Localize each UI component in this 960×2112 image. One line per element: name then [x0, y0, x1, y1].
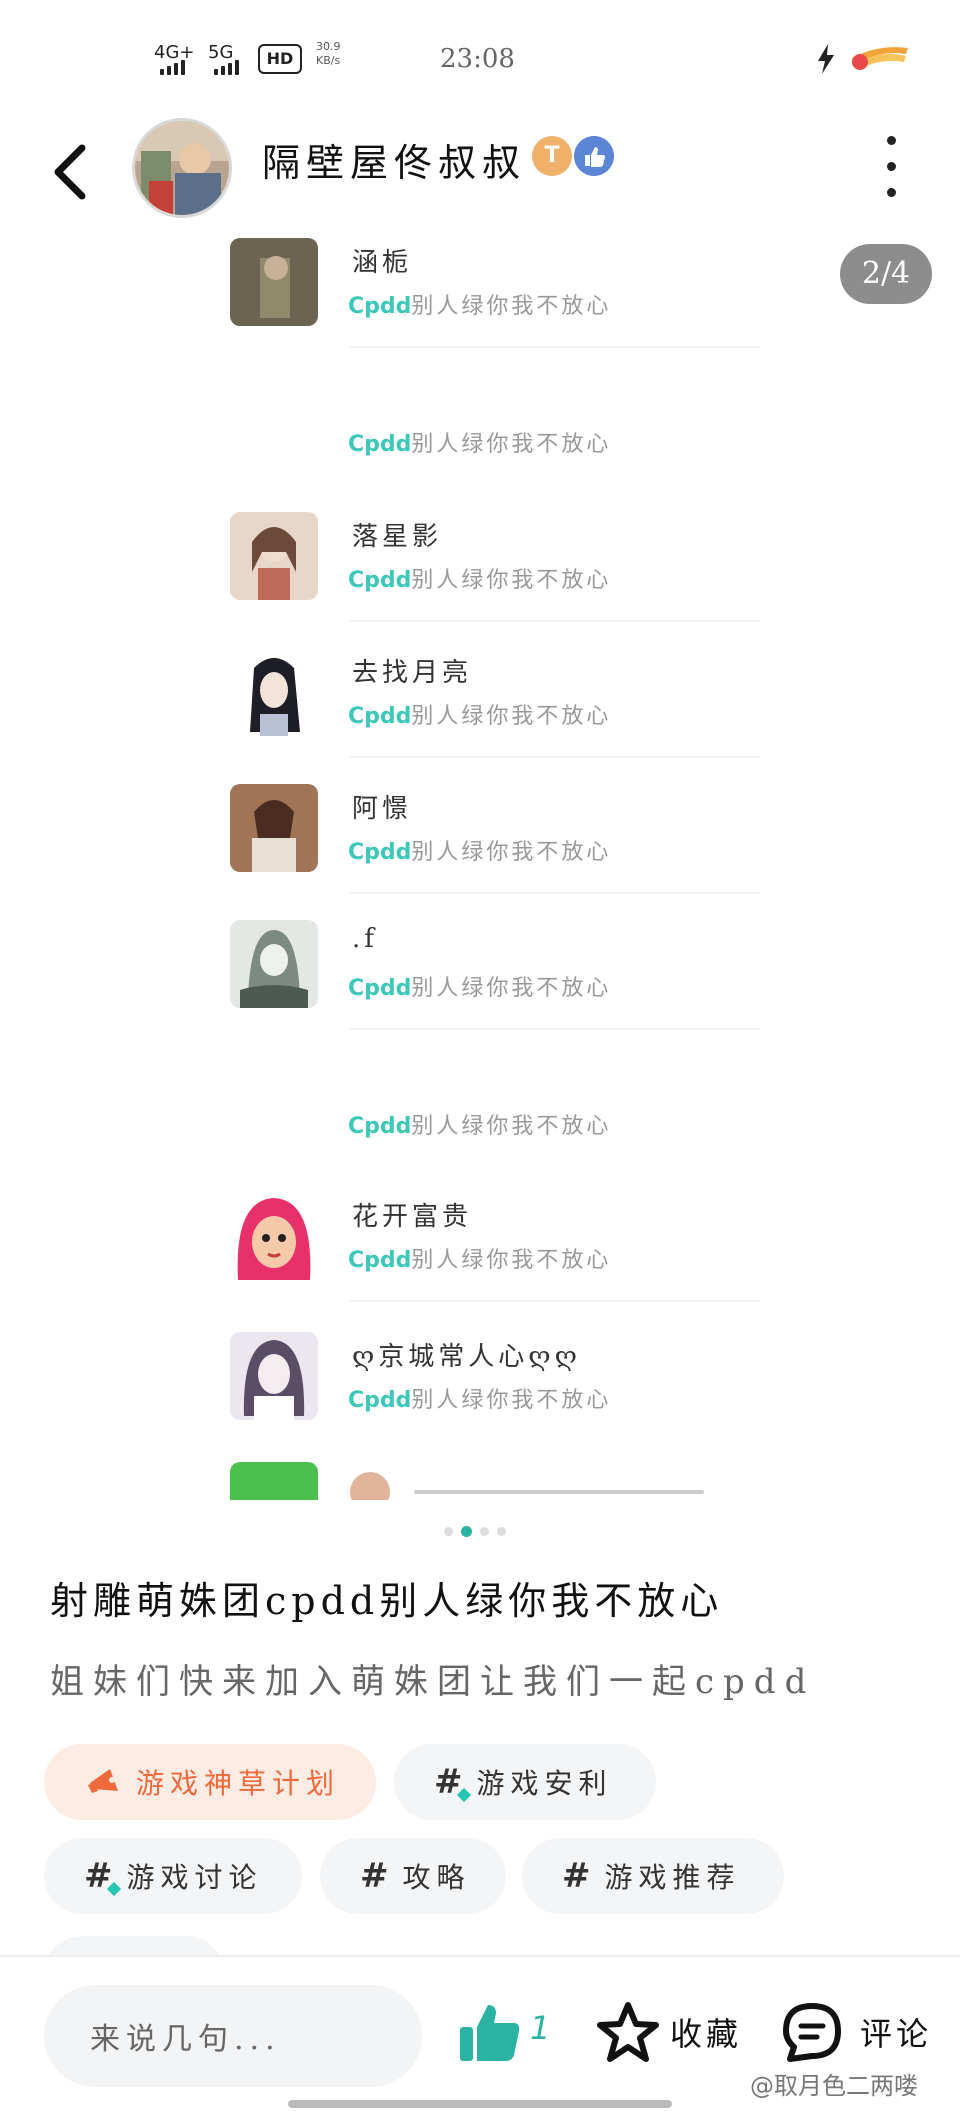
row-message: Cpdd别人绿你我不放心: [348, 704, 612, 729]
comment-input[interactable]: 来说几句...: [44, 1985, 422, 2087]
list-item: .f Cpdd别人绿你我不放心: [230, 920, 770, 1030]
row-message: Cpdd别人绿你我不放心: [348, 568, 612, 593]
row-message: Cpdd别人绿你我不放心: [348, 294, 612, 319]
row-name: 去找月亮: [352, 658, 473, 688]
home-indicator[interactable]: [288, 2100, 672, 2108]
row-name: 涵栀: [352, 248, 413, 278]
signal-bars-icon: [160, 60, 185, 75]
row-divider: [350, 892, 760, 894]
tag-featured[interactable]: 游戏神草计划: [44, 1744, 376, 1820]
like-count: 1: [530, 2009, 551, 2047]
row-message: Cpdd别人绿你我不放心: [348, 1388, 612, 1413]
list-item: 阿憬 Cpdd别人绿你我不放心: [230, 784, 770, 894]
image-pagination: [444, 1526, 506, 1537]
megaphone-icon: [88, 1769, 118, 1793]
more-options-icon[interactable]: [876, 136, 906, 206]
row-name: 落星影: [352, 522, 443, 552]
page-dot: [480, 1527, 489, 1536]
row-message: Cpdd别人绿你我不放心: [348, 840, 612, 865]
row-divider: [350, 1300, 760, 1302]
row-name: 阿憬: [352, 794, 413, 824]
tag[interactable]: # 游戏讨论: [44, 1838, 302, 1914]
profile-header: 隔壁屋佟叔叔 T: [0, 118, 960, 238]
page-dot: [444, 1527, 453, 1536]
back-arrow-icon[interactable]: [46, 132, 106, 212]
row-divider: [350, 346, 760, 348]
avatar-image: [135, 121, 229, 215]
list-item: 落星影 Cpdd别人绿你我不放心: [230, 512, 770, 622]
hashtag-icon: #: [84, 1856, 121, 1897]
row-divider: [350, 620, 760, 622]
row-message: Cpdd别人绿你我不放心: [348, 976, 612, 1001]
row-message: Cpdd别人绿你我不放心: [348, 432, 612, 457]
favorite-button[interactable]: 收藏: [596, 1993, 756, 2073]
row-avatar: [230, 784, 318, 872]
hd-voice-icon: HD: [258, 44, 302, 74]
page-dot: [497, 1527, 506, 1536]
network-speed: 30.9 KB/s: [316, 40, 341, 67]
row-message: Cpdd别人绿你我不放心: [348, 1114, 612, 1139]
level-badge: T: [532, 136, 572, 176]
post-image[interactable]: 2/4 涵栀 Cpdd别人绿你我不放心 Cpdd别人绿你我不放心 落星影 Cpd…: [0, 238, 960, 1500]
row-avatar: [230, 512, 318, 600]
row-avatar: [230, 648, 318, 736]
tag-label: 攻略: [402, 1861, 471, 1894]
image-counter: 2/4: [840, 244, 932, 304]
status-bar: 4G+ 5G HD 30.9 KB/s 23:08: [0, 0, 960, 118]
comment-bubble-icon: [783, 2003, 841, 2062]
tag[interactable]: # 攻略: [320, 1838, 506, 1914]
row-name: ღ京城常人心ღღ: [352, 1342, 581, 1372]
watermark: @取月色二两喽: [750, 2072, 918, 2100]
clock: 23:08: [440, 44, 515, 74]
row-name: 花开富贵: [352, 1202, 473, 1232]
row-avatar: [230, 920, 318, 1008]
favorite-label: 收藏: [670, 2015, 743, 2053]
row-divider: [350, 1028, 760, 1030]
tag[interactable]: # 游戏安利: [394, 1744, 656, 1820]
row-avatar: [230, 238, 318, 326]
hashtag-icon: #: [562, 1856, 591, 1896]
page-dot-active: [461, 1526, 472, 1537]
star-icon: [597, 2002, 659, 2062]
list-item: 去找月亮 Cpdd别人绿你我不放心: [230, 648, 770, 758]
list-item: 花开富贵 Cpdd别人绿你我不放心: [230, 1192, 770, 1302]
list-item-partial: [230, 1462, 770, 1500]
charging-icon: [818, 44, 834, 74]
comment-label: 评论: [860, 2015, 933, 2053]
post-description: 姐妹们快来加入萌姝团让我们一起cpdd: [50, 1662, 816, 1702]
hashtag-icon: #: [434, 1762, 471, 1803]
tag-label: 游戏讨论: [126, 1861, 263, 1894]
row-avatar: [230, 1332, 318, 1420]
user-name[interactable]: 隔壁屋佟叔叔: [262, 132, 526, 187]
tag[interactable]: # 游戏推荐: [522, 1838, 784, 1914]
thumbs-up-icon: [460, 2005, 520, 2061]
tag-label: 游戏安利: [476, 1767, 613, 1800]
thumbs-up-badge-icon: [574, 136, 614, 176]
avatar[interactable]: [132, 118, 232, 218]
tag-label: 游戏神草计划: [136, 1767, 341, 1800]
battery-shooting-star-icon: [852, 47, 908, 70]
row-divider: [350, 756, 760, 758]
row-message: Cpdd别人绿你我不放心: [348, 1248, 612, 1273]
signal-bars-5g-icon: [214, 60, 239, 75]
comment-placeholder: 来说几句...: [90, 2022, 281, 2057]
tag-label: 游戏推荐: [604, 1861, 741, 1894]
list-item: ღ京城常人心ღღ Cpdd别人绿你我不放心: [230, 1332, 770, 1436]
row-name: .f: [352, 924, 378, 954]
hashtag-icon: #: [360, 1856, 389, 1896]
comment-button[interactable]: 评论: [780, 1993, 940, 2073]
row-avatar: [230, 1192, 318, 1280]
post-title: 射雕萌姝团cpdd别人绿你我不放心: [50, 1579, 724, 1623]
like-button[interactable]: 1: [458, 2001, 578, 2065]
list-item: 涵栀 Cpdd别人绿你我不放心: [230, 238, 770, 348]
